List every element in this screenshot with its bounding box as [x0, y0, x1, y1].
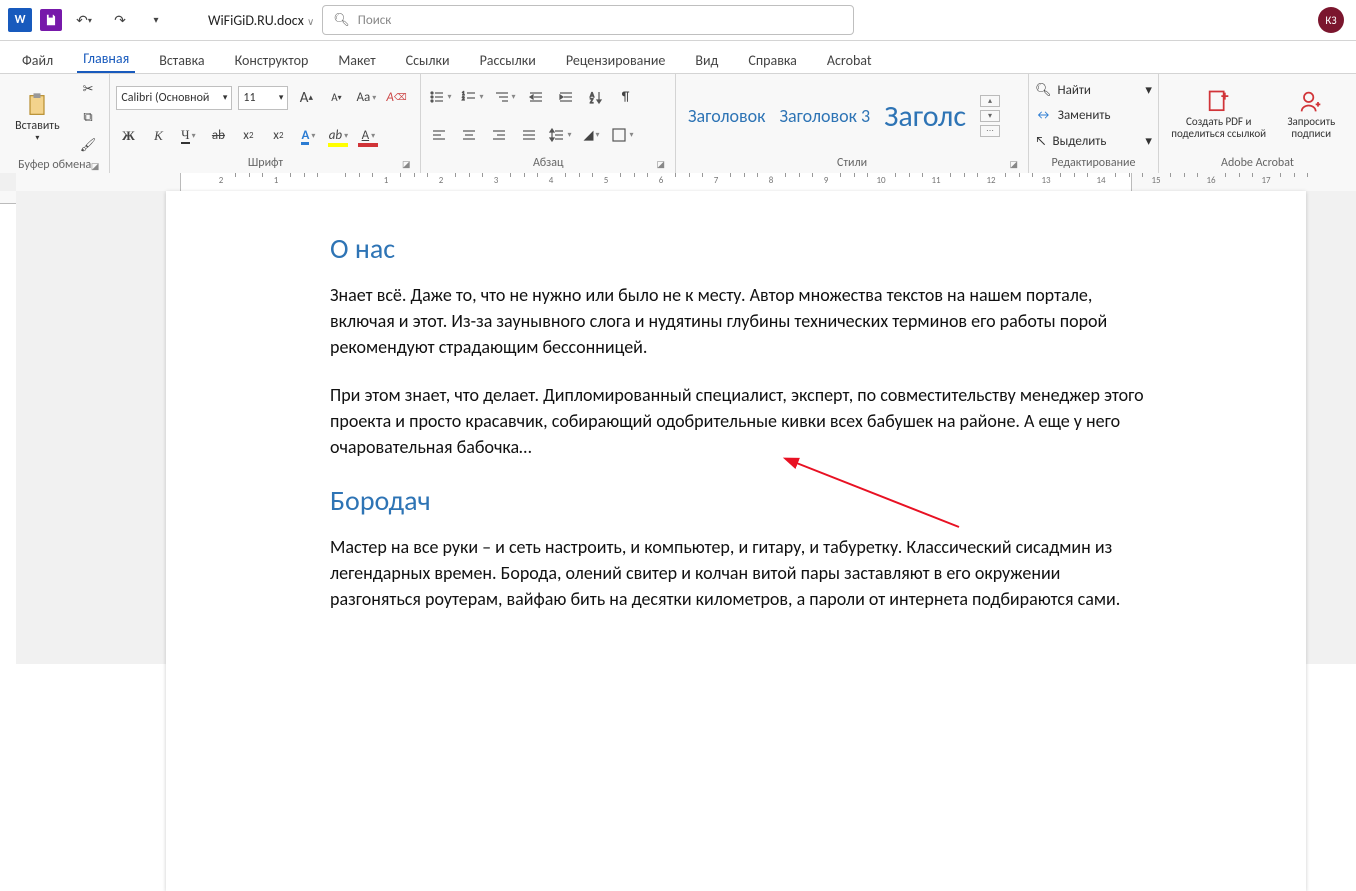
multilevel-button[interactable]: ▾	[492, 86, 518, 108]
bold-button[interactable]: Ж	[116, 125, 140, 147]
search-input[interactable]: 🔍︎ Поиск	[322, 5, 854, 35]
copy-button[interactable]: ⧉	[76, 106, 100, 128]
show-marks-button[interactable]: ¶	[614, 86, 638, 108]
style-heading[interactable]: Заголовок	[688, 105, 765, 127]
find-button[interactable]: 🔍︎Найти▾	[1035, 80, 1152, 102]
group-paragraph: ▾ 12▾ ▾ AZ ¶ ▾ ◢▾ ▾ Абзац◪	[421, 74, 676, 174]
tab-home[interactable]: Главная	[77, 46, 135, 73]
font-size-combo[interactable]: 11▾	[238, 86, 288, 110]
replace-button[interactable]: ↔Заменить	[1035, 105, 1152, 127]
select-button[interactable]: ↖Выделить▾	[1035, 130, 1152, 152]
ribbon: Вставить ▾ ✂ ⧉ 🖌 Буфер обмена◪ Calibri (…	[0, 74, 1356, 175]
numbering-button[interactable]: 12▾	[459, 86, 485, 108]
group-label-font: Шрифт◪	[116, 154, 414, 174]
sort-button[interactable]: AZ	[584, 86, 608, 108]
shrink-font-button[interactable]: A▾	[324, 87, 348, 109]
page[interactable]: О нас Знает всё. Даже то, что не нужно и…	[166, 191, 1306, 891]
group-label-paragraph: Абзац◪	[427, 154, 669, 174]
tab-mailings[interactable]: Рассылки	[474, 48, 542, 73]
paragraph-1: Знает всё. Даже то, что не нужно или был…	[330, 282, 1146, 360]
save-button[interactable]	[40, 9, 62, 31]
undo-button[interactable]: ↶▾	[70, 6, 98, 34]
align-center-button[interactable]	[457, 124, 481, 146]
highlight-button[interactable]: ab▾	[326, 125, 350, 147]
group-label-acrobat: Adobe Acrobat	[1165, 154, 1350, 174]
vertical-ruler[interactable]	[0, 191, 17, 664]
group-acrobat: Создать PDF и поделиться ссылкой Запроси…	[1159, 74, 1356, 174]
tab-layout[interactable]: Макет	[332, 48, 381, 73]
styles-launcher[interactable]: ◪	[1010, 159, 1019, 170]
search-icon: 🔍︎	[333, 13, 350, 28]
paragraph-2: При этом знает, что делает. Дипломирован…	[330, 382, 1146, 460]
group-label-styles: Стили◪	[682, 154, 1022, 174]
group-label-editing: Редактирование	[1035, 154, 1152, 174]
tab-insert[interactable]: Вставка	[153, 48, 210, 73]
heading-about: О нас	[330, 231, 1146, 266]
redo-button[interactable]: ↷	[106, 6, 134, 34]
justify-button[interactable]	[517, 124, 541, 146]
tab-file[interactable]: Файл	[16, 48, 59, 73]
clear-format-button[interactable]: A⌫	[384, 87, 408, 109]
heading-borodach: Бородач	[330, 483, 1146, 518]
paragraph-3: Мастер на все руки – и сеть настроить, и…	[330, 534, 1146, 612]
align-left-button[interactable]	[427, 124, 451, 146]
styles-scroll[interactable]: ▴▾⋯	[980, 95, 1000, 137]
borders-button[interactable]: ▾	[609, 124, 635, 146]
line-spacing-button[interactable]: ▾	[547, 124, 573, 146]
horizontal-ruler[interactable]: 211234567891011121314151617	[16, 173, 1356, 192]
subscript-button[interactable]: x2	[236, 125, 260, 147]
dec-indent-button[interactable]	[524, 86, 548, 108]
style-heading3[interactable]: Заголовок 3	[780, 105, 871, 127]
group-styles: Заголовок Заголовок 3 Заголс ▴▾⋯ Стили◪	[676, 74, 1029, 174]
superscript-button[interactable]: x2	[266, 125, 290, 147]
tab-acrobat[interactable]: Acrobat	[821, 48, 878, 73]
qat-customize[interactable]: ▾	[142, 6, 170, 34]
tab-review[interactable]: Рецензирование	[560, 48, 672, 73]
change-case-button[interactable]: Aa▾	[354, 87, 378, 109]
group-editing: 🔍︎Найти▾ ↔Заменить ↖Выделить▾ Редактиров…	[1029, 74, 1159, 174]
group-font: Calibri (Основной▾ 11▾ A▴ A▾ Aa▾ A⌫ Ж К …	[110, 74, 421, 174]
clipboard-launcher[interactable]: ◪	[91, 161, 100, 172]
underline-button[interactable]: Ч▾	[176, 125, 200, 147]
tab-references[interactable]: Ссылки	[400, 48, 456, 73]
shading-button[interactable]: ◢▾	[579, 124, 603, 146]
ruler-corner	[0, 173, 17, 192]
word-icon: W	[8, 8, 32, 32]
align-right-button[interactable]	[487, 124, 511, 146]
grow-font-button[interactable]: A▴	[294, 87, 318, 109]
svg-text:2: 2	[462, 96, 465, 102]
user-avatar[interactable]: КЗ	[1318, 7, 1344, 33]
inc-indent-button[interactable]	[554, 86, 578, 108]
create-pdf-button[interactable]: Создать PDF и поделиться ссылкой	[1169, 78, 1269, 150]
request-sign-button[interactable]: Запросить подписи	[1276, 78, 1346, 150]
format-painter-button[interactable]: 🖌	[76, 134, 100, 156]
strike-button[interactable]: ab	[206, 125, 230, 147]
font-name-combo[interactable]: Calibri (Основной▾	[116, 86, 232, 110]
font-color-button[interactable]: A▾	[356, 125, 380, 147]
tab-design[interactable]: Конструктор	[229, 48, 315, 73]
font-launcher[interactable]: ◪	[402, 159, 411, 170]
paragraph-launcher[interactable]: ◪	[657, 159, 666, 170]
ribbon-tabs: Файл Главная Вставка Конструктор Макет С…	[0, 41, 1356, 74]
tab-view[interactable]: Вид	[689, 48, 724, 73]
document-area: О нас Знает всё. Даже то, что не нужно и…	[16, 191, 1356, 664]
paste-button[interactable]: Вставить ▾	[9, 81, 65, 153]
document-name[interactable]: WiFiGiD.RU.docx ∨	[208, 12, 314, 29]
text-effects-button[interactable]: A▾	[296, 125, 320, 147]
italic-button[interactable]: К	[146, 125, 170, 147]
style-title[interactable]: Заголс	[884, 98, 966, 135]
group-clipboard: Вставить ▾ ✂ ⧉ 🖌 Буфер обмена◪	[0, 74, 110, 174]
bullets-button[interactable]: ▾	[427, 86, 453, 108]
cut-button[interactable]: ✂	[76, 78, 100, 100]
title-bar: W ↶▾ ↷ ▾ WiFiGiD.RU.docx ∨ 🔍︎ Поиск КЗ	[0, 0, 1356, 41]
tab-help[interactable]: Справка	[742, 48, 803, 73]
